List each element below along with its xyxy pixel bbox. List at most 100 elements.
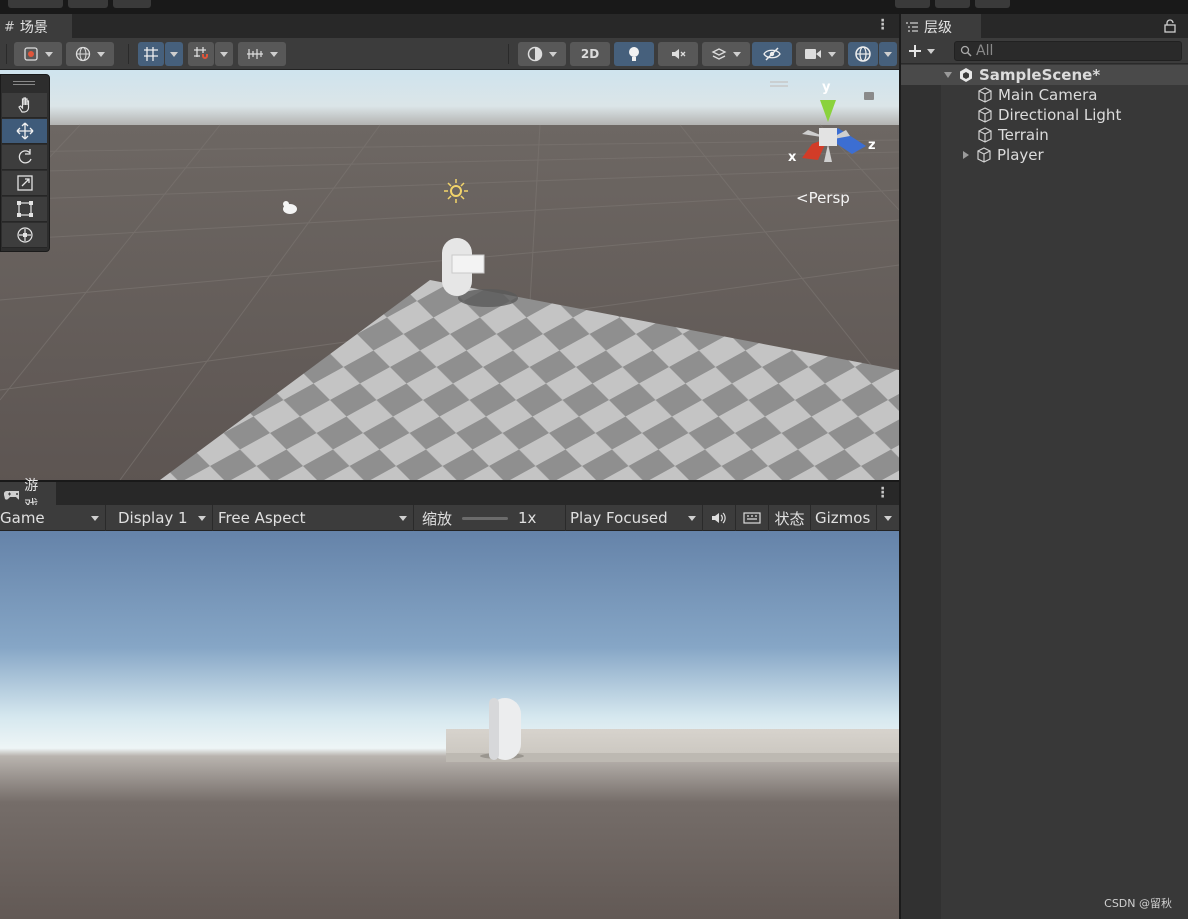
- top-strip: [0, 0, 1188, 14]
- gameobject-cube-icon: [977, 147, 991, 163]
- ruler-icon: [247, 49, 263, 59]
- global-local-button[interactable]: [66, 42, 114, 66]
- keyboard-icon: [743, 512, 761, 524]
- top-right-button-2[interactable]: [935, 0, 970, 8]
- top-right-button-1[interactable]: [895, 0, 930, 8]
- unity-scene-icon: [960, 68, 972, 82]
- top-right-button-3[interactable]: [975, 0, 1010, 8]
- hierarchy-item-player[interactable]: Player: [961, 145, 1044, 165]
- mute-audio-button[interactable]: [703, 505, 736, 531]
- play-mode-label: Play Focused: [570, 509, 668, 527]
- play-button[interactable]: [68, 0, 108, 8]
- scene-menu-icon[interactable]: · · ·: [880, 14, 885, 36]
- transform-tool-button[interactable]: [2, 223, 47, 248]
- move-tool-button[interactable]: [2, 119, 47, 144]
- audio-toggle-button[interactable]: [658, 42, 698, 66]
- collapsed-arrow-icon[interactable]: [961, 150, 971, 160]
- tab-scene[interactable]: # 场景: [0, 14, 72, 38]
- search-icon: [960, 45, 972, 57]
- game-menu-icon[interactable]: · · ·: [880, 482, 885, 504]
- tab-hierarchy[interactable]: 层级: [901, 14, 981, 38]
- stats-button[interactable]: 状态: [769, 505, 811, 531]
- scale-slider[interactable]: [462, 516, 509, 520]
- projection-toggle[interactable]: <Persp: [796, 189, 850, 207]
- display-select[interactable]: Display 1: [106, 505, 213, 531]
- tab-game[interactable]: 游戏: [0, 478, 56, 514]
- rotate-icon: [18, 149, 32, 164]
- hand-tool-button[interactable]: [2, 93, 47, 118]
- shortcuts-button[interactable]: [736, 505, 769, 531]
- gizmo-axis-z: z: [868, 138, 876, 153]
- draw-mode-button[interactable]: [14, 42, 62, 66]
- gizmos-toggle-button[interactable]: [848, 42, 878, 66]
- hierarchy-item-label: Main Camera: [998, 86, 1098, 104]
- game-gizmos-dropdown[interactable]: [877, 505, 899, 531]
- gamepad-icon: [4, 490, 20, 500]
- scene-root-item[interactable]: SampleScene*: [901, 65, 1188, 85]
- lighting-toggle-button[interactable]: [614, 42, 654, 66]
- create-button[interactable]: [907, 42, 943, 60]
- watermark: CSDN @留秋: [1104, 897, 1172, 910]
- scene-tabbar: # 场景 · · ·: [0, 14, 899, 38]
- plus-icon: [909, 45, 921, 57]
- game-tabbar: 游戏 ···: [0, 478, 899, 514]
- scene-viewport[interactable]: y x z <Persp: [0, 70, 899, 480]
- scale-tool-button[interactable]: [2, 171, 47, 196]
- rotate-tool-button[interactable]: [2, 145, 47, 170]
- ruler-button[interactable]: [238, 42, 286, 66]
- hierarchy-item-label: Directional Light: [998, 106, 1122, 124]
- game-view-select[interactable]: Game: [0, 505, 106, 531]
- hierarchy-item-main-camera[interactable]: Main Camera: [977, 85, 1097, 105]
- play-mode-select[interactable]: Play Focused: [566, 505, 703, 531]
- tools-drag-handle[interactable]: [13, 81, 35, 85]
- hierarchy-tabbar: 层级: [901, 14, 1188, 38]
- transform-tools: [0, 74, 50, 252]
- gizmos-button[interactable]: Gizmos: [811, 505, 877, 531]
- grid-icon: #: [4, 19, 15, 35]
- collab-button[interactable]: [113, 0, 151, 8]
- hierarchy-search[interactable]: All: [954, 41, 1182, 61]
- aspect-label: Free Aspect: [218, 509, 306, 527]
- expanded-arrow-icon[interactable]: [943, 70, 953, 80]
- grid-snap-button[interactable]: [138, 42, 164, 66]
- draw-mode-icon: [24, 47, 38, 61]
- lock-icon[interactable]: [1164, 19, 1176, 33]
- camera-settings-button[interactable]: [796, 42, 844, 66]
- snap-increment-dropdown[interactable]: [215, 42, 233, 66]
- snap-increment-button[interactable]: [188, 42, 214, 66]
- gameobject-cube-icon: [978, 127, 992, 143]
- aspect-select[interactable]: Free Aspect: [213, 505, 414, 531]
- lightbulb-icon: [629, 47, 639, 61]
- tab-hierarchy-label: 层级: [924, 20, 952, 36]
- game-render: [0, 531, 899, 919]
- hierarchy-item-terrain[interactable]: Terrain: [977, 125, 1049, 145]
- gizmos-dropdown[interactable]: [879, 42, 897, 66]
- grid-snap-dropdown[interactable]: [165, 42, 183, 66]
- grid-snap-icon: [144, 47, 158, 61]
- gizmo-axis-x: x: [788, 150, 797, 165]
- shading-mode-button[interactable]: [518, 42, 566, 66]
- search-placeholder: All: [976, 43, 994, 59]
- hierarchy-panel: 层级 All SampleScene* Main Camera Directio…: [901, 14, 1188, 919]
- layout-button[interactable]: [8, 0, 63, 8]
- transform-icon: [16, 227, 33, 243]
- hierarchy-item-directional-light[interactable]: Directional Light: [977, 105, 1121, 125]
- game-view-label: Game: [0, 509, 45, 527]
- rect-tool-button[interactable]: [2, 197, 47, 222]
- game-viewport[interactable]: [0, 531, 899, 919]
- scene-visibility-button[interactable]: [752, 42, 792, 66]
- scale-control: 缩放 1x: [414, 505, 566, 531]
- rect-transform-icon: [16, 201, 33, 217]
- sphere-icon: [527, 46, 543, 62]
- effects-button[interactable]: [702, 42, 750, 66]
- scale-value: 1x: [518, 509, 537, 527]
- display-label: Display 1: [118, 509, 188, 527]
- scale-icon: [16, 175, 33, 191]
- scene-render: [0, 70, 899, 480]
- hand-icon: [17, 97, 29, 113]
- gizmo-axis-y: y: [822, 80, 831, 95]
- hierarchy-toolbar: All: [901, 38, 1188, 64]
- game-toolbar: Game Display 1 Free Aspect 缩放 1x Play Fo…: [0, 505, 899, 531]
- 2d-toggle-button[interactable]: 2D: [570, 42, 610, 66]
- move-arrows-icon: [16, 122, 33, 140]
